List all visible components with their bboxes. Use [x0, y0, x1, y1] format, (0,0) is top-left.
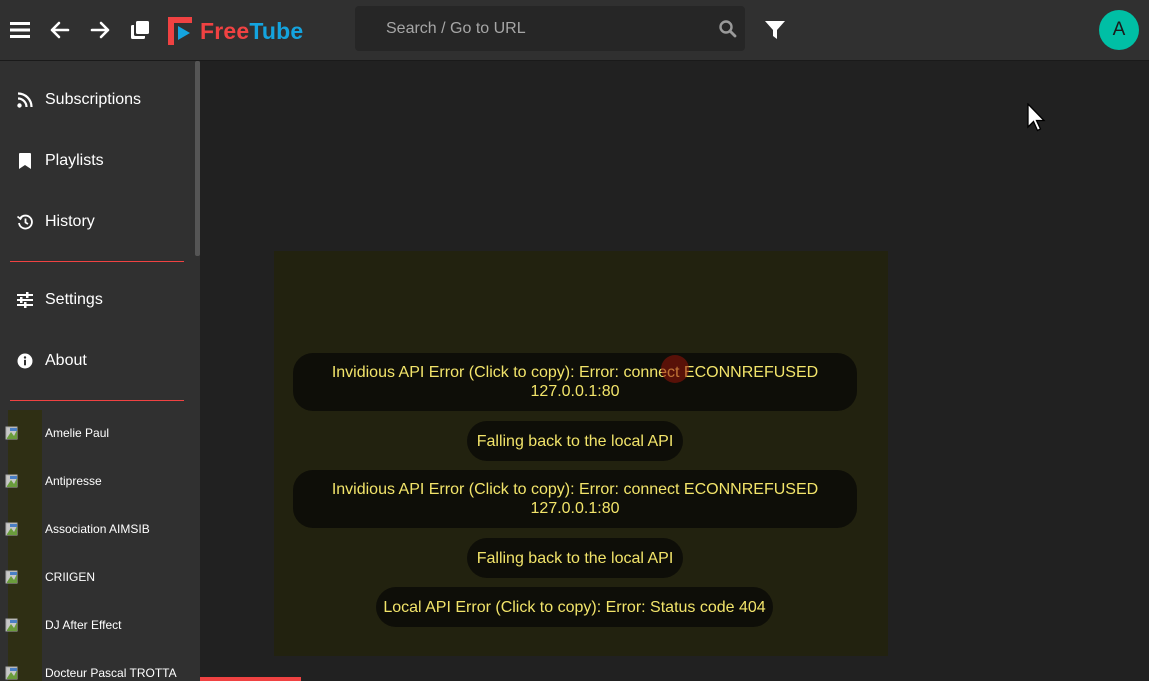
toast-notification[interactable]: Invidious API Error (Click to copy): Err…	[293, 353, 857, 411]
sidebar-subscription-item[interactable]: Amelie Paul	[0, 418, 194, 458]
sidebar-item-label: Subscriptions	[45, 91, 142, 108]
sidebar-subscription-item[interactable]: Docteur Pascal TROTTA	[0, 658, 194, 681]
sliders-icon	[16, 291, 34, 309]
broken-image-icon	[5, 618, 18, 632]
back-button[interactable]	[44, 14, 76, 46]
sidebar-item-history[interactable]: History	[0, 196, 194, 248]
forward-button[interactable]	[84, 14, 116, 46]
loading-progress-bar	[200, 677, 301, 681]
mouse-pointer-icon	[1027, 103, 1046, 132]
sidebar-subscription-item[interactable]: DJ After Effect	[0, 610, 194, 650]
sidebar-item-playlists[interactable]: Playlists	[0, 135, 194, 187]
logo-word-tube: Tube	[249, 17, 304, 44]
logo-word-free: Free	[200, 17, 250, 44]
subscription-channel-name: CRIIGEN	[45, 570, 96, 584]
sidebar-item-label: History	[45, 213, 95, 230]
menu-button[interactable]	[4, 14, 36, 46]
toast-notification[interactable]: Local API Error (Click to copy): Error: …	[376, 587, 773, 627]
sidebar-item-about[interactable]: About	[0, 335, 194, 387]
subscription-channel-name: Amelie Paul	[45, 426, 110, 440]
sidebar-item-settings[interactable]: Settings	[0, 274, 194, 326]
new-window-button[interactable]	[124, 14, 156, 46]
subscription-channel-name: Association AIMSIB	[45, 522, 150, 536]
side-nav: Subscriptions Playlists History Settings…	[0, 61, 200, 681]
sidebar-subscription-item[interactable]: CRIIGEN	[0, 562, 194, 602]
broken-image-icon	[5, 474, 18, 488]
sidebar-item-label: About	[45, 352, 87, 369]
sidebar-divider	[10, 261, 184, 262]
sidebar-scrollbar[interactable]	[195, 61, 200, 256]
sidebar-divider	[10, 400, 184, 401]
history-icon	[16, 213, 34, 231]
sidebar-subscription-item[interactable]: Antipresse	[0, 466, 194, 506]
subscription-channel-name: Antipresse	[45, 474, 102, 488]
subscription-channel-name: DJ After Effect	[45, 618, 122, 632]
broken-image-icon	[5, 522, 18, 536]
toast-notification[interactable]: Invidious API Error (Click to copy): Err…	[293, 470, 857, 528]
bookmark-icon	[16, 152, 34, 170]
broken-image-icon	[5, 570, 18, 584]
sidebar-item-subscriptions[interactable]: Subscriptions	[0, 74, 194, 126]
search-input[interactable]	[355, 6, 726, 51]
filter-icon	[765, 21, 785, 39]
freetube-logo[interactable]: FreeTube	[168, 16, 303, 46]
hamburger-menu-icon	[10, 22, 30, 38]
subscription-channel-name: Docteur Pascal TROTTA	[45, 666, 177, 680]
broken-image-icon	[5, 666, 18, 680]
search-box	[355, 6, 745, 51]
search-icon[interactable]	[718, 19, 738, 39]
window-clone-icon	[131, 21, 149, 39]
sidebar-subscription-item[interactable]: Association AIMSIB	[0, 514, 194, 554]
arrow-left-icon	[50, 21, 70, 39]
broken-image-icon	[5, 426, 18, 440]
info-icon	[16, 352, 34, 370]
arrow-right-icon	[90, 21, 110, 39]
sidebar-item-label: Playlists	[45, 152, 104, 169]
profile-avatar-button[interactable]: A	[1099, 10, 1139, 50]
freetube-logo-icon	[168, 17, 192, 45]
search-filter-button[interactable]	[760, 14, 790, 46]
toast-notification[interactable]: Falling back to the local API	[467, 421, 683, 461]
rss-icon	[16, 91, 34, 109]
toast-notification[interactable]: Falling back to the local API	[467, 538, 683, 578]
sidebar-item-label: Settings	[45, 291, 103, 308]
top-nav-bar: FreeTube A	[0, 0, 1149, 61]
